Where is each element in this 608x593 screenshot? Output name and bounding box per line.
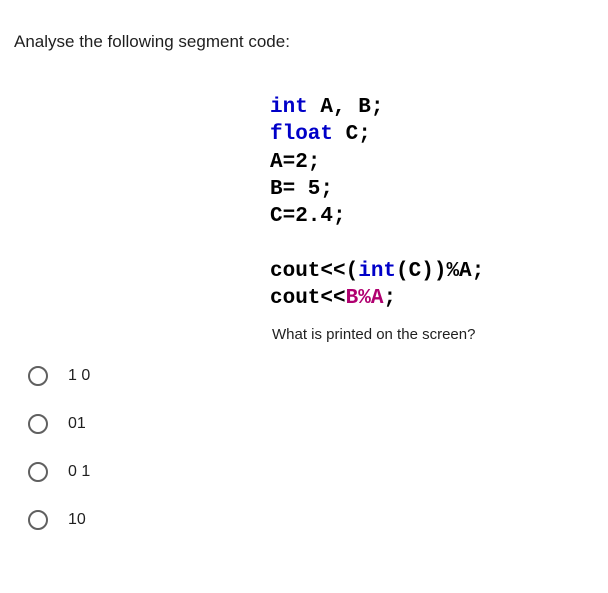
code-expr: B%A	[346, 287, 384, 310]
code-text: A, B;	[308, 96, 384, 119]
code-text: B= 5;	[270, 178, 333, 201]
radio-icon	[28, 462, 48, 482]
option-4[interactable]: 10	[28, 510, 270, 530]
option-3[interactable]: 0 1	[28, 462, 270, 482]
options-list: 1 0 01 0 1 10	[14, 366, 270, 530]
option-1[interactable]: 1 0	[28, 366, 270, 386]
option-label: 01	[68, 415, 86, 433]
code-text: A=2;	[270, 151, 320, 174]
code-text: C=2.4;	[270, 205, 346, 228]
option-label: 1 0	[68, 367, 90, 385]
radio-icon	[28, 414, 48, 434]
option-2[interactable]: 01	[28, 414, 270, 434]
question-container: Analyse the following segment code: 1 0 …	[0, 0, 608, 558]
code-column: int A, B; float C; A=2; B= 5; C=2.4; cou…	[270, 94, 594, 558]
radio-icon	[28, 366, 48, 386]
radio-icon	[28, 510, 48, 530]
code-text: (C))%A;	[396, 260, 484, 283]
content-row: 1 0 01 0 1 10 int A, B; float C; A=2; B=…	[14, 94, 594, 558]
code-text: cout<<	[270, 287, 346, 310]
code-keyword-int: int	[358, 260, 396, 283]
code-keyword-int: int	[270, 96, 308, 119]
sub-prompt: What is printed on the screen?	[272, 326, 594, 343]
question-title: Analyse the following segment code:	[14, 32, 594, 52]
option-label: 10	[68, 511, 86, 529]
code-text: C;	[333, 123, 371, 146]
code-block: int A, B; float C; A=2; B= 5; C=2.4; cou…	[270, 94, 594, 312]
code-keyword-float: float	[270, 123, 333, 146]
code-text: cout<<(	[270, 260, 358, 283]
code-text: ;	[383, 287, 396, 310]
option-label: 0 1	[68, 463, 90, 481]
options-column: 1 0 01 0 1 10	[14, 94, 270, 558]
